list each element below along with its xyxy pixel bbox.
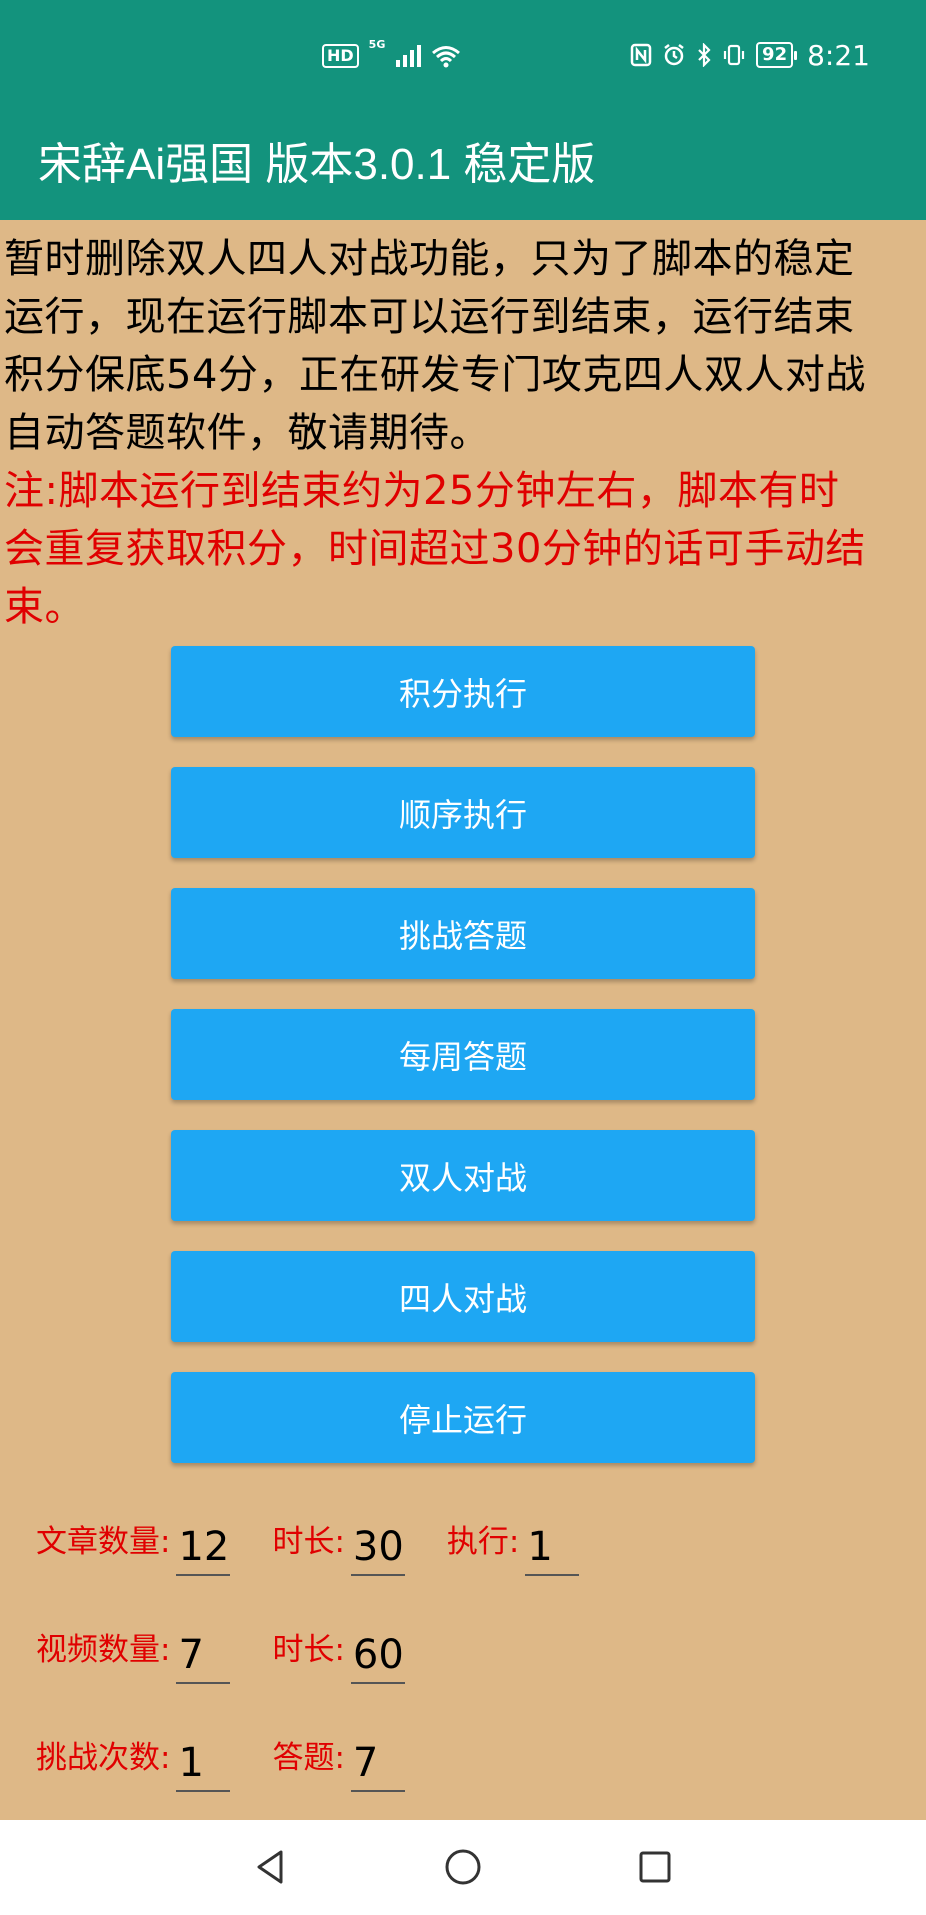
video-duration-input[interactable]: 60 (350, 1628, 405, 1684)
answer-count-input[interactable]: 7 (350, 1736, 405, 1792)
article-row: 文章数量: 12 时长: 30 执行: 1 (36, 1500, 916, 1576)
status-time: 8:21 (807, 38, 870, 72)
video-duration-label: 时长: (272, 1632, 345, 1668)
home-button[interactable] (438, 1842, 488, 1892)
recent-square-icon (639, 1851, 671, 1883)
bluetooth-icon (698, 43, 711, 67)
article-count-label: 文章数量: (36, 1524, 171, 1560)
answer-count-field: 答题: 7 (272, 1736, 405, 1792)
notice-line: 自动答题软件，敬请期待。 (4, 410, 490, 456)
app-header: HD 5G 92 8:21 宋辞Ai强国 版本3.0.1 稳定版 (0, 0, 926, 220)
answer-count-label: 答题: (272, 1740, 345, 1776)
notice-line: 积分保底54分，正在研发专门攻克四人双人对战 (4, 352, 866, 398)
video-duration-field: 时长: 60 (272, 1628, 405, 1684)
status-bar: HD 5G 92 8:21 (0, 0, 926, 112)
main-content: 暂时删除双人四人对战功能，只为了脚本的稳定 运行，现在运行脚本可以运行到结束，运… (0, 220, 926, 636)
stop-button[interactable]: 停止运行 (171, 1372, 755, 1463)
execute-field: 执行: 1 (446, 1520, 580, 1576)
warning-line: 会重复获取积分，时间超过30分钟的话可手动结 (4, 526, 866, 572)
warning-line: 束。 (4, 584, 85, 630)
warning-text: 注:脚本运行到结束约为25分钟左右，脚本有时 会重复获取积分，时间超过30分钟的… (0, 462, 926, 636)
four-player-battle-button[interactable]: 四人对战 (171, 1251, 755, 1342)
recent-apps-button[interactable] (630, 1842, 680, 1892)
home-circle-icon (445, 1849, 481, 1885)
score-execute-button[interactable]: 积分执行 (171, 646, 755, 737)
article-duration-field: 时长: 30 (272, 1520, 405, 1576)
wifi-icon (432, 46, 461, 68)
notice-line: 暂时删除双人四人对战功能，只为了脚本的稳定 (4, 236, 855, 282)
vibrate-icon (723, 44, 745, 66)
challenge-count-label: 挑战次数: (36, 1740, 171, 1776)
article-duration-input[interactable]: 30 (350, 1520, 405, 1576)
weekly-quiz-button[interactable]: 每周答题 (171, 1009, 755, 1100)
video-count-label: 视频数量: (36, 1632, 171, 1668)
challenge-row: 挑战次数: 1 答题: 7 (36, 1716, 916, 1792)
hd-icon: HD (322, 44, 359, 68)
two-player-battle-button[interactable]: 双人对战 (171, 1130, 755, 1221)
status-right-icons: 92 8:21 (630, 32, 870, 78)
app-title: 宋辞Ai强国 版本3.0.1 稳定版 (38, 140, 596, 189)
settings-fields: 文章数量: 12 时长: 30 执行: 1 视频数量: 7 时长: 60 挑战次… (36, 1500, 916, 1824)
sequential-execute-button[interactable]: 顺序执行 (171, 767, 755, 858)
execute-input[interactable]: 1 (525, 1520, 580, 1576)
article-count-field: 文章数量: 12 (36, 1520, 231, 1576)
execute-label: 执行: (446, 1524, 520, 1560)
notice-line: 运行，现在运行脚本可以运行到结束，运行结束 (4, 294, 855, 340)
signal-5g-label: 5G (368, 38, 386, 51)
article-count-input[interactable]: 12 (176, 1520, 231, 1576)
action-buttons: 积分执行 顺序执行 挑战答题 每周答题 双人对战 四人对战 停止运行 (171, 646, 755, 1493)
status-left-icons: HD 5G (322, 36, 461, 76)
challenge-count-field: 挑战次数: 1 (36, 1736, 231, 1792)
back-button[interactable] (246, 1842, 296, 1892)
back-triangle-icon (257, 1850, 283, 1884)
video-count-field: 视频数量: 7 (36, 1628, 231, 1684)
signal-icon (396, 45, 422, 67)
warning-line: 注:脚本运行到结束约为25分钟左右，脚本有时 (4, 468, 840, 514)
navigation-bar (0, 1820, 926, 1915)
article-duration-label: 时长: (272, 1524, 345, 1560)
nfc-icon (630, 43, 652, 67)
video-row: 视频数量: 7 时长: 60 (36, 1608, 916, 1684)
challenge-count-input[interactable]: 1 (176, 1736, 231, 1792)
video-count-input[interactable]: 7 (176, 1628, 231, 1684)
alarm-icon (664, 44, 684, 66)
challenge-quiz-button[interactable]: 挑战答题 (171, 888, 755, 979)
notice-text: 暂时删除双人四人对战功能，只为了脚本的稳定 运行，现在运行脚本可以运行到结束，运… (0, 220, 926, 462)
battery-icon: 92 (756, 42, 798, 68)
